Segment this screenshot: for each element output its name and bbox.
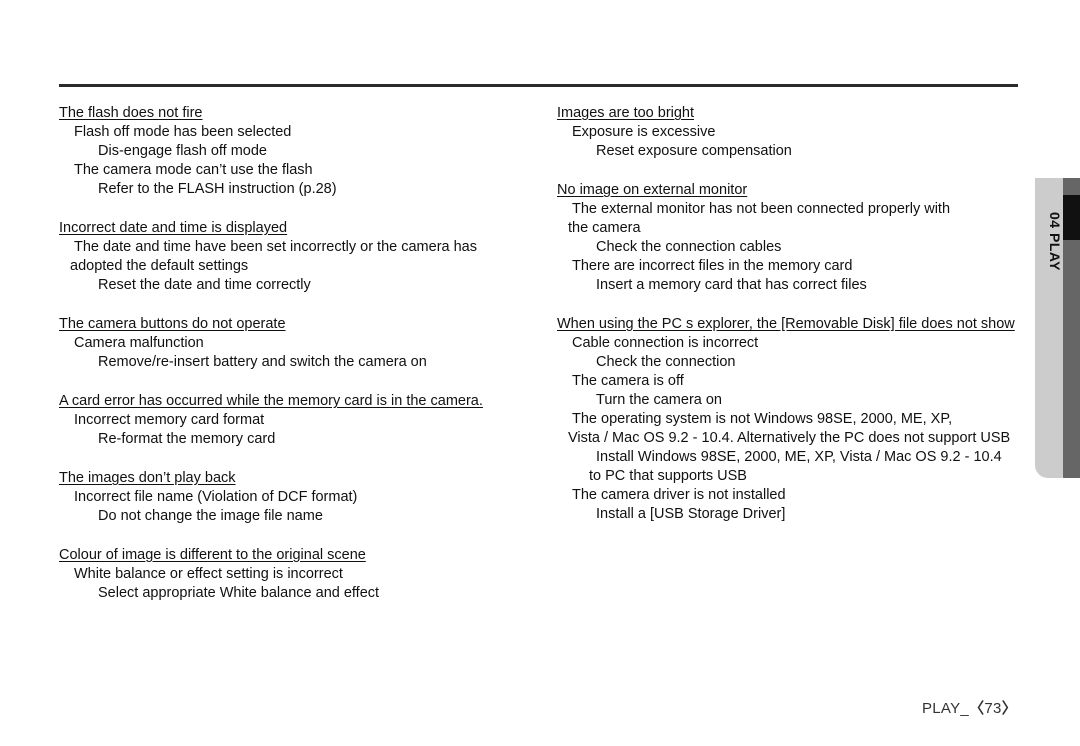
remedy-line: Turn the camera on — [596, 392, 722, 408]
page-footer: PLAY_〈73〉 — [922, 697, 1017, 718]
footer-page-number: 73 — [984, 700, 1002, 717]
symptom-heading: Images are too bright — [557, 105, 695, 121]
continuation-line: the camera — [568, 220, 641, 236]
cause-line: Flash off mode has been selected — [74, 124, 292, 140]
cause-line: Incorrect file name (Violation of DCF fo… — [74, 489, 358, 505]
cause-line: There are incorrect files in the memory … — [572, 258, 853, 274]
cause-line: Cable connection is incorrect — [572, 335, 759, 351]
symptom-heading: Colour of image is different to the orig… — [59, 547, 366, 563]
troubleshooting-section: The flash does not fire Flash off mode ha… — [59, 104, 529, 199]
side-tab-marker — [1063, 195, 1080, 240]
symptom-heading: The images don’t play back — [59, 470, 236, 486]
remedy-line: Install a [USB Storage Driver] — [596, 506, 786, 522]
footer-label: PLAY_ — [921, 700, 970, 717]
symptom-heading: A card error has occurred while the memo… — [59, 393, 483, 409]
troubleshooting-section: Images are too bright Exposure is excessi… — [557, 104, 1022, 161]
right-column: Images are too bright Exposure is excessi… — [557, 104, 1022, 524]
cause-line: The camera is off — [572, 373, 684, 389]
troubleshooting-section: The camera buttons do not operate Camera … — [59, 315, 529, 372]
cause-line: The camera mode can’t use the flash — [74, 162, 313, 178]
continuation-line: adopted the default settings — [70, 258, 249, 274]
side-tab-label: 04 PLAY — [1047, 212, 1063, 272]
cause-line: Camera malfunction — [74, 335, 204, 351]
remedy-line: Do not change the image file name — [98, 508, 323, 524]
cause-line: The external monitor has not been connec… — [572, 201, 951, 217]
remedy-line: Install Windows 98SE, 2000, ME, XP, Vist… — [596, 449, 1002, 465]
remedy-line: Check the connection cables — [596, 239, 782, 255]
cause-line: White balance or effect setting is incor… — [74, 566, 343, 582]
troubleshooting-section: A card error has occurred while the memo… — [59, 392, 529, 449]
troubleshooting-section: Colour of image is different to the orig… — [59, 546, 529, 603]
symptom-heading: The flash does not fire — [59, 105, 203, 121]
cause-line: Incorrect memory card format — [74, 412, 265, 428]
symptom-heading: Incorrect date and time is displayed — [59, 220, 288, 236]
remedy-line: Re-format the memory card — [98, 431, 276, 447]
symptom-heading: When using the PC s explorer, the [Remov… — [557, 316, 1015, 332]
troubleshooting-section: No image on external monitor The external… — [557, 181, 1022, 295]
troubleshooting-section: When using the PC s explorer, the [Remov… — [557, 315, 1022, 524]
symptom-heading: No image on external monitor — [557, 182, 748, 198]
chapter-side-tab: 04 PLAY — [1035, 178, 1080, 478]
remedy-line: Insert a memory card that has correct fi… — [596, 277, 867, 293]
continuation-line: Vista / Mac OS 9.2 - 10.4. Alternatively… — [568, 430, 1011, 446]
remedy-line: Remove/re-insert battery and switch the … — [98, 354, 427, 370]
troubleshooting-section: The images don’t play back Incorrect file… — [59, 469, 529, 526]
remedy-line: Check the connection — [596, 354, 736, 370]
remedy-line: Dis-engage flash off mode — [98, 143, 268, 159]
remedy-line: Select appropriate White balance and eff… — [98, 585, 380, 601]
footer-bracket-close: 〉 — [1001, 700, 1017, 717]
remedy-line: Reset the date and time correctly — [98, 277, 311, 293]
remedy-line: Refer to the FLASH instruction (p.28) — [98, 181, 337, 197]
remedy-line: Reset exposure compensation — [596, 143, 792, 159]
symptom-heading: The camera buttons do not operate — [59, 316, 286, 332]
left-column: The flash does not fire Flash off mode ha… — [59, 104, 529, 603]
troubleshooting-section: Incorrect date and time is displayed The … — [59, 219, 529, 295]
cause-line: The date and time have been set incorrec… — [74, 239, 477, 255]
cause-line: The operating system is not Windows 98SE… — [572, 411, 953, 427]
continuation-line: to PC that supports USB — [589, 468, 747, 484]
header-rule — [59, 84, 1018, 87]
footer-bracket-open: 〈 — [969, 700, 985, 717]
cause-line: Exposure is excessive — [572, 124, 716, 140]
cause-line: The camera driver is not installed — [572, 487, 786, 503]
